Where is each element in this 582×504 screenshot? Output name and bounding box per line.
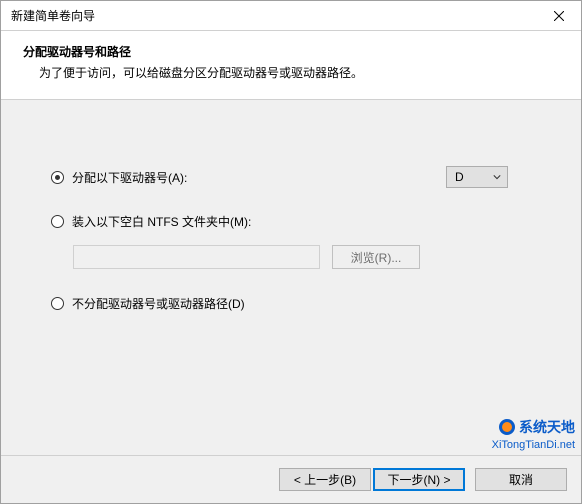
option-mount-label: 装入以下空白 NTFS 文件夹中(M): bbox=[72, 213, 251, 230]
back-button[interactable]: < 上一步(B) bbox=[279, 468, 371, 491]
option-none-label: 不分配驱动器号或驱动器路径(D) bbox=[72, 295, 245, 312]
page-description: 为了便于访问，可以给磁盘分区分配驱动器号或驱动器路径。 bbox=[23, 64, 559, 81]
browse-button: 浏览(R)... bbox=[332, 245, 420, 269]
watermark-url: XiTongTianDi.net bbox=[492, 439, 575, 451]
wizard-header: 分配驱动器号和路径 为了便于访问，可以给磁盘分区分配驱动器号或驱动器路径。 bbox=[1, 31, 581, 100]
watermark: 系统天地 XiTongTianDi.net bbox=[492, 417, 575, 451]
mount-path-input bbox=[73, 245, 320, 269]
close-icon bbox=[554, 11, 564, 21]
next-button[interactable]: 下一步(N) > bbox=[373, 468, 465, 491]
option-no-assign[interactable]: 不分配驱动器号或驱动器路径(D) bbox=[51, 291, 541, 315]
titlebar: 新建简单卷向导 bbox=[1, 1, 581, 31]
close-button[interactable] bbox=[536, 1, 581, 31]
window-title: 新建简单卷向导 bbox=[11, 7, 95, 24]
option-mount-folder[interactable]: 装入以下空白 NTFS 文件夹中(M): bbox=[51, 209, 541, 233]
watermark-brand: 系统天地 bbox=[519, 417, 575, 437]
cancel-button[interactable]: 取消 bbox=[475, 468, 567, 491]
drive-letter-select[interactable]: D bbox=[446, 166, 508, 188]
option-assign-letter[interactable]: 分配以下驱动器号(A): D bbox=[51, 165, 541, 189]
wizard-content: 分配以下驱动器号(A): D 装入以下空白 NTFS 文件夹中(M): 浏览(R… bbox=[1, 100, 581, 355]
drive-letter-value: D bbox=[455, 170, 464, 184]
option-assign-label: 分配以下驱动器号(A): bbox=[72, 169, 187, 186]
mount-path-row: 浏览(R)... bbox=[73, 245, 541, 269]
radio-assign-letter[interactable] bbox=[51, 171, 64, 184]
chevron-down-icon bbox=[493, 173, 501, 181]
page-title: 分配驱动器号和路径 bbox=[23, 43, 559, 60]
radio-no-assign[interactable] bbox=[51, 297, 64, 310]
wizard-footer: < 上一步(B) 下一步(N) > 取消 bbox=[1, 455, 581, 503]
radio-mount-folder[interactable] bbox=[51, 215, 64, 228]
watermark-icon bbox=[498, 418, 516, 436]
